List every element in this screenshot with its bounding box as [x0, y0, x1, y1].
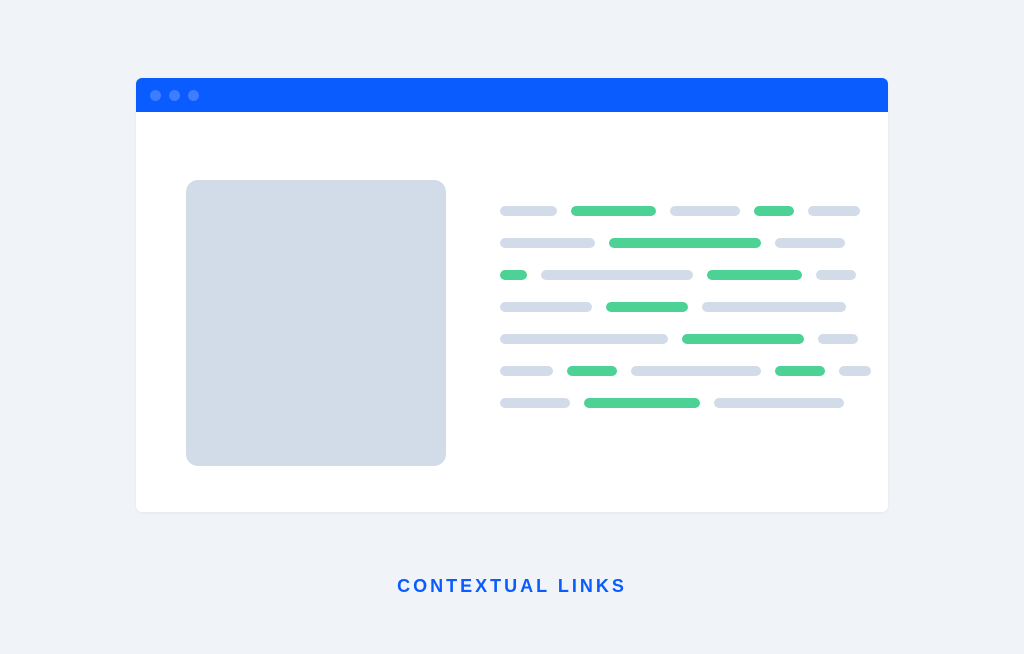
- window-control-dot: [169, 90, 180, 101]
- text-line: [500, 398, 871, 408]
- link-segment[interactable]: [682, 334, 804, 344]
- text-line: [500, 366, 871, 376]
- text-segment: [500, 398, 570, 408]
- browser-titlebar: [136, 78, 888, 112]
- text-segment: [500, 302, 592, 312]
- text-segment: [702, 302, 846, 312]
- text-segment: [631, 366, 761, 376]
- link-segment[interactable]: [567, 366, 617, 376]
- text-line: [500, 270, 871, 280]
- text-segment: [500, 334, 668, 344]
- link-segment[interactable]: [754, 206, 794, 216]
- text-line: [500, 334, 871, 344]
- text-segment: [500, 366, 553, 376]
- link-segment[interactable]: [571, 206, 656, 216]
- link-segment[interactable]: [606, 302, 688, 312]
- text-segment: [808, 206, 860, 216]
- diagram-caption: CONTEXTUAL LINKS: [397, 576, 627, 597]
- link-segment[interactable]: [500, 270, 527, 280]
- text-segment: [839, 366, 871, 376]
- text-segment: [714, 398, 844, 408]
- text-segment: [500, 206, 557, 216]
- window-control-dot: [150, 90, 161, 101]
- link-segment[interactable]: [609, 238, 761, 248]
- window-control-dot: [188, 90, 199, 101]
- text-segment: [670, 206, 740, 216]
- text-segment: [500, 238, 595, 248]
- text-line: [500, 238, 871, 248]
- browser-content: [136, 112, 888, 506]
- link-segment[interactable]: [584, 398, 700, 408]
- text-segment: [541, 270, 693, 280]
- link-segment[interactable]: [775, 366, 825, 376]
- text-segment: [816, 270, 856, 280]
- text-line: [500, 206, 871, 216]
- text-block: [500, 180, 871, 466]
- text-segment: [775, 238, 845, 248]
- text-segment: [818, 334, 858, 344]
- image-placeholder: [186, 180, 446, 466]
- browser-window: [136, 78, 888, 512]
- text-line: [500, 302, 871, 312]
- link-segment[interactable]: [707, 270, 802, 280]
